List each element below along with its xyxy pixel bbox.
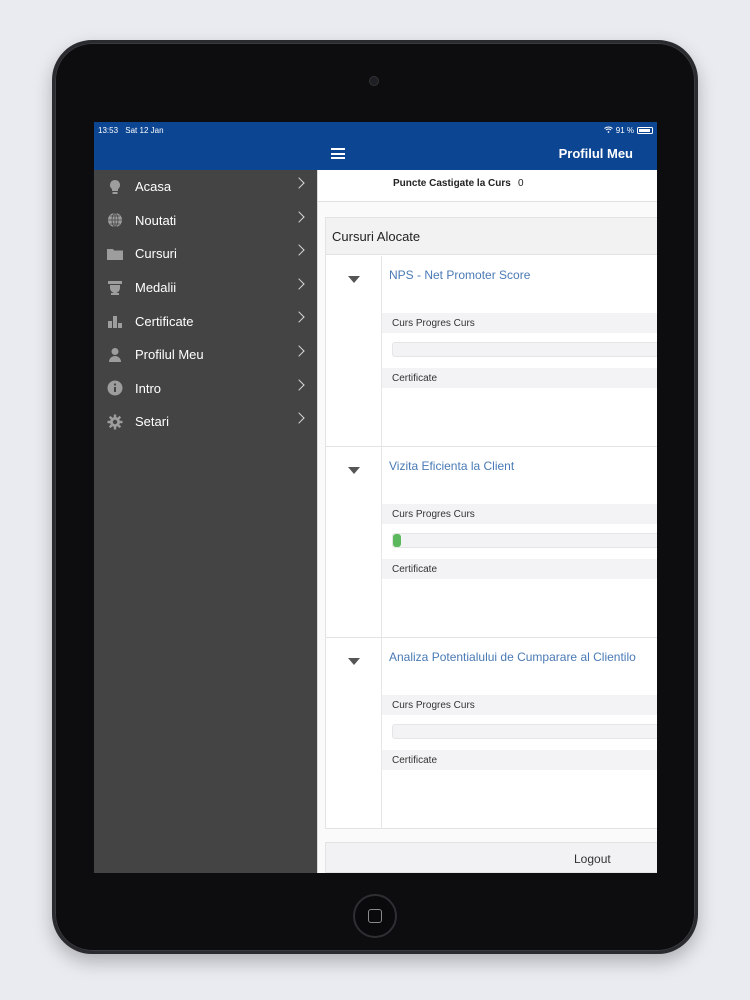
trophy-icon (106, 279, 124, 297)
sidebar-item-setari[interactable]: Setari (94, 405, 317, 439)
sidebar-item-intro[interactable]: Intro (94, 372, 317, 406)
chevron-right-icon (293, 412, 305, 424)
battery-percent: 91 % (615, 125, 634, 135)
sidebar-item-noutati[interactable]: Noutati (94, 204, 317, 238)
progress-bar (392, 342, 657, 357)
chevron-right-icon (293, 378, 305, 391)
sidebar-item-profilul-meu[interactable]: Profilul Meu (94, 338, 317, 372)
sidebar-item-label: Intro (135, 380, 162, 396)
page-title: Profilul Meu (558, 146, 633, 161)
points-label: Puncte Castigate la Curs (393, 178, 511, 189)
progress-bar (392, 724, 657, 739)
status-bar: 13:53 Sat 12 Jan 91 % (94, 122, 657, 138)
progress-label: Curs Progres Curs (392, 700, 475, 711)
chevron-right-icon (293, 210, 305, 223)
sidebar-item-label: Medalii (135, 280, 177, 296)
globe-icon (106, 211, 124, 229)
assigned-courses-section: Cursuri Alocate NPS - Net Promoter Score… (325, 217, 657, 829)
chevron-right-icon (293, 345, 305, 357)
sidebar-item-label: Noutati (135, 212, 177, 228)
hamburger-menu-icon[interactable] (331, 148, 345, 159)
wifi-icon (603, 126, 613, 135)
progress-label: Curs Progres Curs (392, 509, 475, 520)
camera-icon (369, 76, 379, 86)
sidebar: Acasa Noutati Cursuri Medalii Certificat… (94, 170, 317, 873)
expand-triangle-icon[interactable] (348, 658, 360, 665)
course-item: NPS - Net Promoter Score Curs Progres Cu… (326, 256, 657, 447)
points-row: Puncte Castigate la Curs 0 (318, 170, 657, 202)
folder-icon (106, 245, 124, 263)
expand-triangle-icon[interactable] (348, 467, 360, 474)
sidebar-item-cursuri[interactable]: Cursuri (94, 237, 317, 271)
info-icon (106, 379, 124, 397)
sidebar-item-label: Setari (135, 414, 169, 430)
lightbulb-icon (106, 178, 124, 196)
sidebar-item-label: Certificate (135, 313, 194, 329)
sidebar-item-medalii[interactable]: Medalii (94, 271, 317, 305)
home-button[interactable] (353, 894, 397, 938)
points-value: 0 (518, 178, 524, 189)
certificate-label: Certificate (392, 373, 438, 384)
progress-bar (392, 533, 657, 548)
course-title-link[interactable]: Vizita Eficienta la Client (389, 459, 514, 473)
sidebar-item-certificate[interactable]: Certificate (94, 304, 317, 338)
course-title-link[interactable]: NPS - Net Promoter Score (389, 268, 530, 282)
top-bar: Profilul Meu (94, 138, 657, 170)
sidebar-item-acasa[interactable]: Acasa (94, 170, 317, 204)
progress-label: Curs Progres Curs (392, 318, 475, 329)
chevron-right-icon (293, 311, 305, 324)
section-heading: Cursuri Alocate (326, 218, 657, 255)
status-date: Sat 12 Jan (125, 125, 164, 135)
sidebar-item-label: Acasa (135, 179, 172, 195)
logout-label: Logout (574, 852, 611, 866)
chevron-right-icon (293, 177, 305, 189)
status-time: 13:53 (98, 125, 119, 135)
course-item: Vizita Eficienta la Client Curs Progres … (326, 447, 657, 638)
logout-button[interactable]: Logout (325, 842, 657, 873)
progress-fill (393, 534, 401, 547)
user-icon (106, 346, 124, 364)
chevron-right-icon (293, 278, 305, 290)
expand-triangle-icon[interactable] (348, 276, 360, 283)
gear-icon (106, 413, 124, 431)
course-item: Analiza Potentialului de Cumparare al Cl… (326, 638, 657, 829)
screen: 13:53 Sat 12 Jan 91 % Profilul Meu Acasa… (94, 122, 657, 873)
certificate-label: Certificate (392, 755, 438, 766)
sidebar-item-label: Cursuri (135, 246, 177, 262)
bar-chart-icon (106, 312, 124, 330)
sidebar-item-label: Profilul Meu (135, 347, 204, 363)
chevron-right-icon (293, 244, 305, 256)
home-square-icon (368, 909, 382, 923)
certificate-label: Certificate (392, 564, 438, 575)
main-content: Puncte Castigate la Curs 0 Cursuri Aloca… (317, 170, 657, 873)
battery-icon (637, 126, 653, 134)
course-title-link[interactable]: Analiza Potentialului de Cumparare al Cl… (389, 650, 636, 664)
